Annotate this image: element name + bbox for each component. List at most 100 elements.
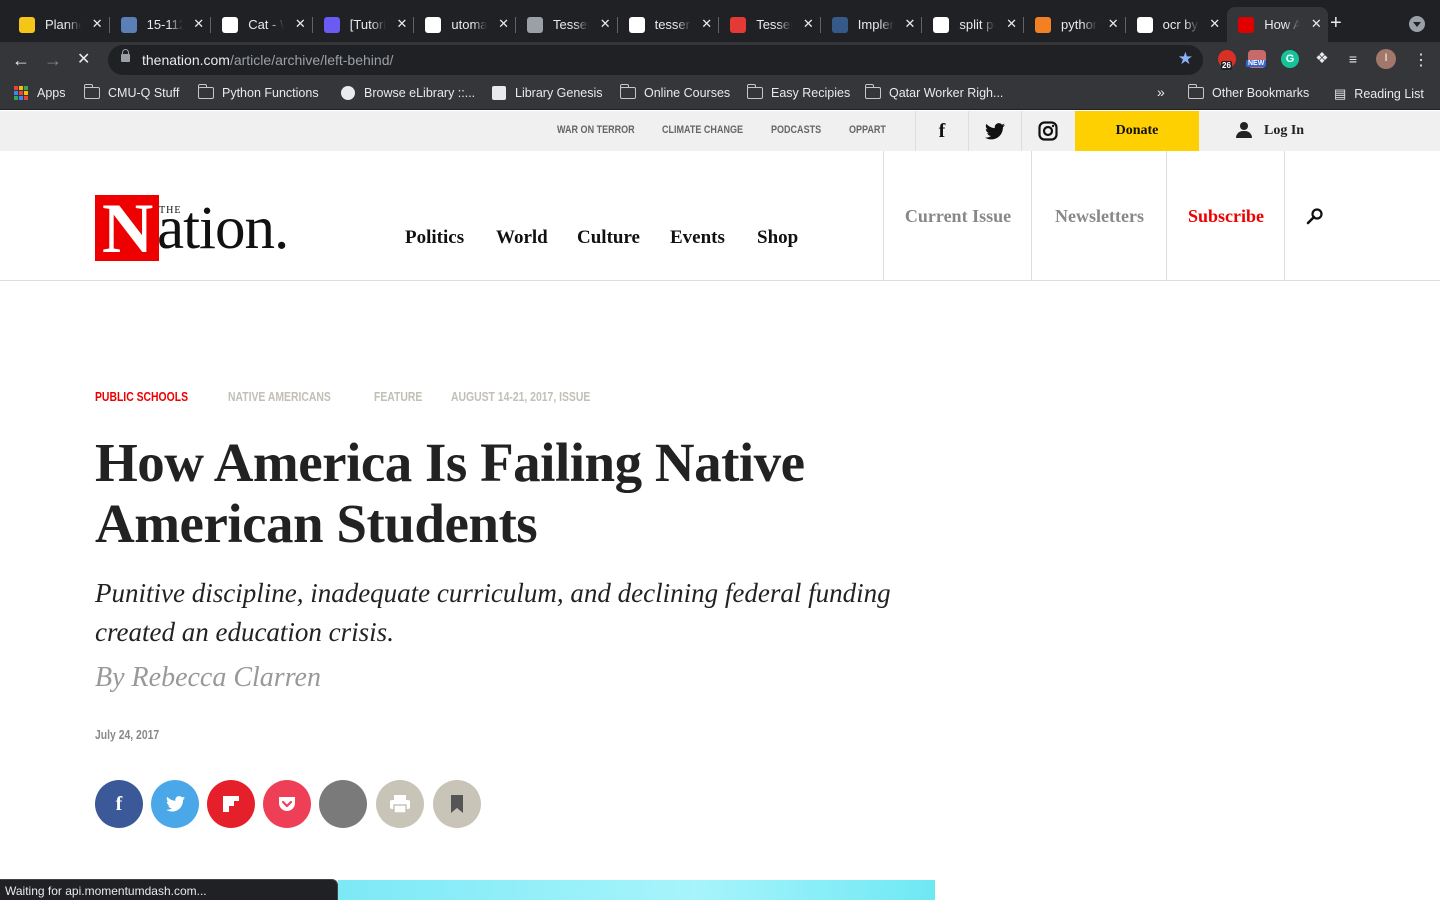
bookmark-label: Browse eLibrary ::... bbox=[364, 86, 476, 100]
browser-menu-icon[interactable]: ⋮ bbox=[1413, 51, 1429, 71]
browser-tab[interactable]: utomata ✕ bbox=[414, 7, 516, 42]
tab-close-icon[interactable]: ✕ bbox=[904, 16, 915, 32]
tab-close-icon[interactable]: ✕ bbox=[803, 16, 814, 32]
nav-shop[interactable]: Shop bbox=[757, 227, 798, 249]
tab-close-icon[interactable]: ✕ bbox=[193, 16, 204, 32]
browser-tab[interactable]: ocr by ✕ bbox=[1126, 7, 1227, 42]
bookmark-item[interactable]: CMU-Q Stuff bbox=[83, 84, 179, 100]
user-icon bbox=[1236, 122, 1252, 139]
apps-grid-icon bbox=[14, 86, 28, 100]
browser-tab[interactable]: Tesseract ✕ bbox=[516, 7, 618, 42]
print-button[interactable] bbox=[376, 780, 424, 828]
extensions-puzzle-icon[interactable]: ❖ bbox=[1313, 50, 1331, 68]
tab-close-icon[interactable]: ✕ bbox=[498, 16, 509, 32]
share-facebook-button[interactable]: f bbox=[95, 780, 143, 828]
facebook-icon[interactable]: f bbox=[915, 111, 968, 151]
tab-title: Tesseract bbox=[756, 17, 792, 32]
tab-close-icon[interactable]: ✕ bbox=[295, 16, 306, 32]
save-bookmark-button[interactable] bbox=[433, 780, 481, 828]
bookmark-apps[interactable]: Apps bbox=[14, 86, 66, 100]
github-icon bbox=[628, 16, 645, 33]
topbar-link-war-on-terror[interactable]: War on Terror bbox=[557, 124, 635, 136]
topbar-link-climate-change[interactable]: Climate Change bbox=[662, 124, 743, 136]
tab-close-icon[interactable]: ✕ bbox=[1209, 16, 1220, 32]
tab-close-icon[interactable]: ✕ bbox=[600, 16, 611, 32]
bookmark-label: Python Functions bbox=[222, 86, 319, 100]
nation-icon bbox=[1238, 16, 1255, 33]
login-label: Log In bbox=[1264, 122, 1305, 138]
bookmark-other-bookmarks[interactable]: Other Bookmarks bbox=[1187, 84, 1309, 100]
tab-close-icon[interactable]: ✕ bbox=[92, 16, 103, 32]
new-tab-button[interactable]: + bbox=[1330, 12, 1342, 35]
browser-tab[interactable]: python ✕ bbox=[1024, 7, 1126, 42]
instagram-icon[interactable] bbox=[1021, 111, 1074, 151]
bookmark-label: Online Courses bbox=[644, 86, 731, 100]
bookmark-item[interactable]: Python Functions bbox=[197, 84, 319, 100]
forward-button[interactable]: → bbox=[44, 50, 62, 70]
browser-tab[interactable]: Cat - Wikipedia ✕ bbox=[211, 7, 313, 42]
bookmark-item[interactable]: Online Courses bbox=[619, 84, 731, 100]
share-flipboard-button[interactable] bbox=[207, 780, 255, 828]
bookmark-item[interactable]: Library Genesis bbox=[492, 86, 603, 100]
tab-search-icon[interactable] bbox=[1409, 16, 1425, 32]
login-link[interactable]: Log In bbox=[1236, 122, 1304, 139]
back-button[interactable]: ← bbox=[12, 50, 30, 70]
tab-close-icon[interactable]: ✕ bbox=[396, 16, 407, 32]
browser-tab[interactable]: tesseract ✕ bbox=[618, 7, 720, 42]
stop-loading-button[interactable]: ✕ bbox=[77, 50, 90, 70]
tag-issue[interactable]: August 14-21, 2017, Issue bbox=[451, 389, 590, 404]
nav-culture[interactable]: Culture bbox=[577, 227, 640, 249]
bookmarks-overflow-button[interactable]: » bbox=[1157, 84, 1165, 100]
topbar-link-podcasts[interactable]: Podcasts bbox=[771, 124, 821, 136]
the-nation-logo[interactable]: N ation. THE bbox=[95, 191, 317, 267]
nav-politics[interactable]: Politics bbox=[405, 227, 464, 249]
topbar-link-oppart[interactable]: OppArt bbox=[849, 124, 886, 136]
lock-icon[interactable] bbox=[121, 49, 130, 62]
tag-native-americans[interactable]: Native Americans bbox=[228, 389, 331, 404]
browser-tab[interactable]: Planner ✕ bbox=[8, 7, 110, 42]
search-button[interactable] bbox=[1284, 151, 1344, 281]
browser-tab[interactable]: 15-112 ✕ bbox=[110, 7, 212, 42]
extension-new-icon[interactable]: NEW bbox=[1246, 50, 1267, 68]
nav-events[interactable]: Events bbox=[670, 227, 725, 249]
tag-feature[interactable]: Feature bbox=[374, 389, 422, 404]
tab-close-icon[interactable]: ✕ bbox=[1311, 16, 1322, 32]
bookmark-item[interactable]: Easy Recipies bbox=[746, 84, 850, 100]
current-issue-link[interactable]: Current Issue bbox=[883, 151, 1032, 281]
grammarly-icon[interactable]: G bbox=[1281, 50, 1299, 68]
tab-close-icon[interactable]: ✕ bbox=[1108, 16, 1119, 32]
logo-the: THE bbox=[159, 205, 182, 216]
logo-n: N bbox=[102, 190, 154, 268]
browser-tab[interactable]: [Tutorial] ✕ bbox=[313, 7, 415, 42]
twitter-icon[interactable] bbox=[968, 111, 1021, 151]
bookmark-item[interactable]: Browse eLibrary ::... bbox=[341, 86, 475, 100]
donate-button[interactable]: Donate bbox=[1075, 111, 1199, 151]
browser-tab[interactable]: Implement ✕ bbox=[821, 7, 923, 42]
share-pocket-button[interactable] bbox=[263, 780, 311, 828]
bookmark-reading-list[interactable]: ▤ Reading List bbox=[1334, 86, 1424, 102]
bookmark-item[interactable]: Qatar Worker Righ... bbox=[864, 84, 1003, 100]
bookmark-star-icon[interactable]: ★ bbox=[1178, 49, 1193, 69]
browser-tab[interactable]: How America ✕ bbox=[1227, 7, 1328, 42]
browser-tab[interactable]: split pdf ✕ bbox=[922, 7, 1024, 42]
article-title: How America Is Failing Native American S… bbox=[95, 432, 805, 554]
tab-close-icon[interactable]: ✕ bbox=[701, 16, 712, 32]
profile-avatar[interactable]: I bbox=[1376, 49, 1396, 69]
bookmark-label: Library Genesis bbox=[515, 86, 603, 100]
article-byline[interactable]: By Rebecca Clarren bbox=[95, 662, 321, 694]
article-tags: Public Schools Native Americans Feature … bbox=[95, 389, 619, 404]
subscribe-link[interactable]: Subscribe bbox=[1166, 151, 1285, 281]
address-bar[interactable]: thenation.com/article/archive/left-behin… bbox=[108, 45, 1203, 75]
newsletters-link[interactable]: Newsletters bbox=[1031, 151, 1167, 281]
notes-icon bbox=[19, 16, 35, 33]
share-twitter-button[interactable] bbox=[151, 780, 199, 828]
browser-tab[interactable]: Tesseract ✕ bbox=[719, 7, 821, 42]
share-email-button[interactable] bbox=[319, 780, 367, 828]
folder-icon bbox=[83, 84, 100, 99]
extension-adblock-icon[interactable]: 26 bbox=[1218, 50, 1236, 70]
tag-public-schools[interactable]: Public Schools bbox=[95, 389, 188, 404]
nav-world[interactable]: World bbox=[496, 227, 548, 249]
tab-close-icon[interactable]: ✕ bbox=[1006, 16, 1017, 32]
media-controls-icon[interactable]: ≡ bbox=[1344, 50, 1362, 68]
extension-new-badge: NEW bbox=[1246, 60, 1267, 67]
